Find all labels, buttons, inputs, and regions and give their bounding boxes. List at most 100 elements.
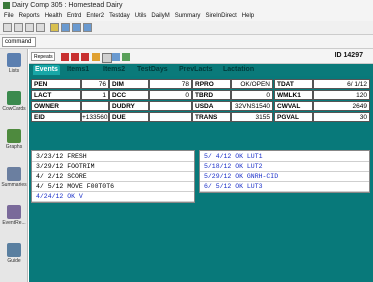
event-icon [7, 205, 21, 219]
field-value-usda: 32VNS1540 [231, 101, 273, 111]
command-row: command [0, 35, 373, 49]
cow-icon[interactable] [92, 53, 100, 61]
field-label-dudry: DUDRY [109, 101, 149, 111]
menu-item-entrd[interactable]: Entrd [67, 13, 81, 19]
graphs-icon [7, 129, 21, 143]
print-icon[interactable] [3, 23, 12, 32]
field-label-owner: OWNER [31, 101, 81, 111]
menu-item-utils[interactable]: Utils [135, 13, 147, 19]
menu-item-help[interactable]: Help [242, 13, 254, 19]
field-value-tbrd: 0 [231, 90, 273, 100]
table-icon[interactable] [83, 23, 92, 32]
event-row[interactable]: 5/29/12 OK GNRH-CID [200, 172, 369, 182]
event-row[interactable]: 5/ 4/12 OK LUT1 [200, 152, 369, 162]
search-icon[interactable] [14, 23, 23, 32]
field-value-trans: 3155 [231, 112, 273, 122]
sidebar-item-guide[interactable]: Guide [0, 243, 28, 264]
save-icon[interactable] [25, 23, 34, 32]
guide-icon [7, 243, 21, 257]
sidebar-item-label: Summaries [1, 182, 27, 188]
sidebar-item-summaries[interactable]: Summaries [0, 167, 28, 188]
menu-item-summary[interactable]: Summary [175, 13, 201, 19]
event-row[interactable]: 6/ 5/12 OK LUT3 [200, 182, 369, 192]
wand-icon[interactable] [50, 23, 59, 32]
sidebar-item-eventre-[interactable]: EventRe... [0, 205, 28, 226]
chart-icon[interactable] [112, 53, 120, 61]
sidebar-item-cowcards[interactable]: CowCards [0, 91, 28, 112]
tab-lactation[interactable]: Lactation [221, 65, 256, 75]
tab-items1[interactable]: Items1 [65, 65, 91, 75]
window-title-bar: Dairy Comp 305 : Homestead Dairy [0, 0, 373, 11]
field-label-wmlk1: WMLK1 [274, 90, 313, 100]
field-value-cwval: 2649 [313, 101, 370, 111]
menu-item-dailym[interactable]: DailyM [151, 13, 169, 19]
menu-item-file[interactable]: File [4, 13, 14, 19]
events-panel-left: 3/23/12 FRESH 3/29/12 FOOTRIM 4/ 2/12 SCOR… [31, 150, 195, 203]
field-value-wmlk1: 120 [313, 90, 370, 100]
next-icon[interactable] [81, 53, 89, 61]
list-icon[interactable] [61, 23, 70, 32]
sidebar-item-label: CowCards [2, 106, 26, 112]
cow-fields: PEN 76 DIM 78 RPRO OK/OPEN TDAT 6/ 1/12 LACT 1 DCC… [31, 79, 370, 156]
cow-id: ID 14297 [334, 52, 363, 59]
tab-prevlacts[interactable]: PrevLacts [177, 65, 214, 75]
field-value-due [149, 112, 192, 122]
event-row[interactable]: 4/ 5/12 MOVE F00T0T6 [32, 182, 194, 192]
field-value-lact: 1 [81, 90, 109, 100]
tab-testdays[interactable]: TestDays [135, 65, 170, 75]
main-area: PEN 76 DIM 78 RPRO OK/OPEN TDAT 6/ 1/12 LACT 1 DCC… [29, 76, 373, 282]
field-label-trans: TRANS [192, 112, 231, 122]
field-value-pen: 76 [81, 79, 109, 89]
field-value-dudry [149, 101, 192, 111]
tab-events[interactable]: Events [33, 65, 60, 75]
note-icon[interactable] [122, 53, 130, 61]
report-window: Repeats ID 14297 Events Items1 Items2 Te… [29, 49, 373, 282]
sidebar: Lists CowCards Graphs Summaries EventRe... Gu… [0, 49, 28, 282]
report-select[interactable]: Repeats [31, 52, 55, 61]
lists-icon [7, 53, 21, 67]
sidebar-item-lists[interactable]: Lists [0, 53, 28, 74]
field-label-dcc: DCC [109, 90, 149, 100]
event-row[interactable]: 3/23/12 FRESH [32, 152, 194, 162]
toolbar [0, 21, 373, 35]
menu-item-testday[interactable]: Testday [109, 13, 130, 19]
a-icon[interactable] [102, 53, 112, 63]
app-icon [3, 2, 10, 9]
menu-item-enter2[interactable]: Enter2 [86, 13, 104, 19]
field-label-cwval: CWVAL [274, 101, 313, 111]
grid-icon[interactable] [72, 23, 81, 32]
event-row[interactable]: 5/18/12 OK LUT2 [200, 162, 369, 172]
report-toolbar: Repeats ID 14297 [29, 49, 373, 64]
field-label-dim: DIM [109, 79, 149, 89]
tab-items2[interactable]: Items2 [101, 65, 127, 75]
first-icon[interactable] [61, 53, 69, 61]
field-value-dim: 78 [149, 79, 192, 89]
event-row[interactable]: 4/24/12 OK V [32, 192, 194, 202]
field-value-owner [81, 101, 109, 111]
field-label-lact: LACT [31, 90, 81, 100]
field-value-dcc: 0 [149, 90, 192, 100]
field-value-rpro: OK/OPEN [231, 79, 273, 89]
command-input[interactable]: command [2, 37, 36, 47]
event-row[interactable]: 4/ 2/12 SCORE [32, 172, 194, 182]
field-label-pgval: PGVAL [274, 112, 313, 122]
field-label-usda: USDA [192, 101, 231, 111]
field-value-eid: +133560240 [81, 112, 109, 122]
field-label-rpro: RPRO [192, 79, 231, 89]
field-label-pen: PEN [31, 79, 81, 89]
sidebar-item-graphs[interactable]: Graphs [0, 129, 28, 150]
cow-card-icon [7, 91, 21, 105]
field-label-tbrd: TBRD [192, 90, 231, 100]
menu-item-health[interactable]: Health [45, 13, 62, 19]
field-value-pgval: 30 [313, 112, 370, 122]
copy-icon[interactable] [36, 23, 45, 32]
field-value-tdat: 6/ 1/12 [313, 79, 370, 89]
events-panel-right: 5/ 4/12 OK LUT1 5/18/12 OK LUT2 5/29/12 OK… [199, 150, 370, 193]
sidebar-item-label: Graphs [5, 144, 23, 150]
event-row[interactable]: 3/29/12 FOOTRIM [32, 162, 194, 172]
sidebar-item-label: Lists [8, 68, 20, 74]
prev-icon[interactable] [71, 53, 79, 61]
menu-item-reports[interactable]: Reports [19, 13, 40, 19]
menu-item-sireindirect[interactable]: SireInDirect [205, 13, 236, 19]
sidebar-item-label: EventRe... [2, 220, 26, 226]
